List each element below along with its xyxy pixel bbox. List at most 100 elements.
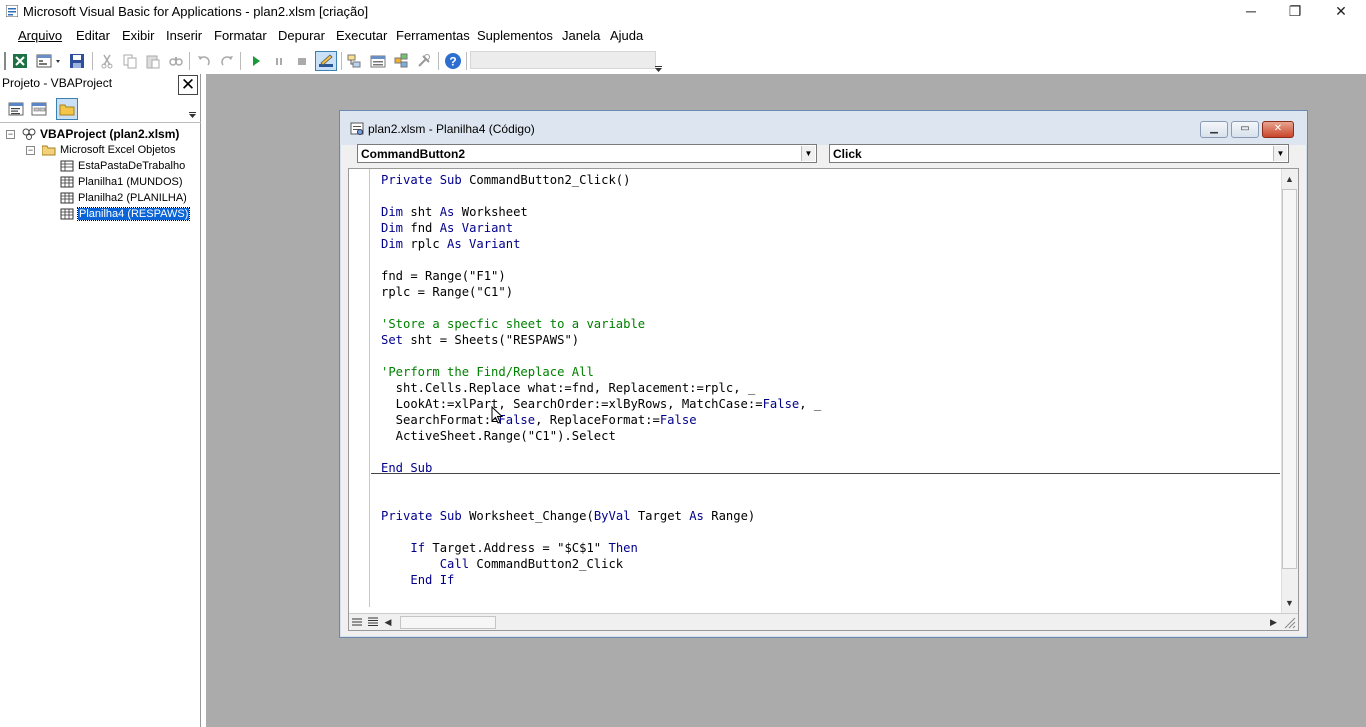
full-module-view-icon[interactable] (367, 616, 379, 628)
tree-item[interactable]: EstaPastaDeTrabalho (60, 158, 185, 174)
undo-icon[interactable] (195, 52, 213, 70)
code-line[interactable]: Call CommandButton2_Click (381, 556, 1281, 572)
properties-icon[interactable] (369, 52, 387, 70)
object-browser-icon[interactable] (392, 52, 410, 70)
code-line[interactable]: Dim sht As Worksheet (381, 204, 1281, 220)
code-keyword: ByVal (593, 509, 638, 523)
toolbox-icon[interactable] (415, 52, 433, 70)
collapse-folder-icon[interactable]: − (26, 146, 35, 155)
find-icon[interactable] (167, 52, 185, 70)
procedure-view-icon[interactable] (351, 616, 363, 628)
scroll-left-icon[interactable]: ◀ (383, 615, 393, 629)
code-line[interactable]: fnd = Range("F1") (381, 268, 1281, 284)
menu-editar[interactable]: Editar (76, 28, 110, 43)
code-line[interactable]: sht.Cells.Replace what:=fnd, Replacement… (381, 380, 1281, 396)
dropdown-arrow-icon[interactable]: ▼ (1273, 146, 1287, 161)
tree-item[interactable]: Planilha1 (MUNDOS) (60, 174, 183, 190)
code-line[interactable] (381, 476, 1281, 492)
view-excel-icon[interactable] (11, 52, 29, 70)
code-window-restore-button[interactable]: ▭ (1231, 121, 1259, 138)
code-line[interactable] (381, 252, 1281, 268)
copy-icon[interactable] (121, 52, 139, 70)
project-explorer-icon[interactable] (346, 52, 364, 70)
menu-executar[interactable]: Executar (336, 28, 387, 43)
code-line[interactable] (381, 444, 1281, 460)
close-button[interactable]: ✕ (1318, 0, 1364, 24)
project-close-button[interactable]: ✕ (178, 75, 198, 95)
project-tree: − VBAProject (plan2.xlsm) − Microsoft Ex… (0, 124, 201, 724)
resize-grip-icon[interactable] (1283, 616, 1296, 629)
paste-icon[interactable] (144, 52, 162, 70)
worksheet-icon (60, 192, 74, 204)
code-line[interactable]: Private Sub Worksheet_Change(ByVal Targe… (381, 508, 1281, 524)
menu-arquivo[interactable]: Arquivo (18, 28, 62, 43)
tree-item[interactable]: Planilha2 (PLANILHA) (60, 190, 187, 206)
menu-ajuda[interactable]: Ajuda (610, 28, 643, 43)
redo-icon[interactable] (218, 52, 236, 70)
reset-icon[interactable] (293, 52, 311, 70)
menu-exibir[interactable]: Exibir (122, 28, 155, 43)
code-text[interactable]: Private Sub CommandButton2_Click() Dim sh… (381, 172, 1281, 602)
code-keyword: Dim (381, 237, 411, 251)
code-token: SearchFormat:= (381, 413, 499, 427)
code-line[interactable] (381, 188, 1281, 204)
run-icon[interactable] (247, 52, 265, 70)
code-token: Worksheet (461, 205, 528, 219)
tree-item-selected[interactable]: Planilha4 (RESPAWS) (60, 206, 191, 222)
scroll-down-icon[interactable]: ▼ (1282, 596, 1297, 610)
scroll-up-icon[interactable]: ▲ (1282, 172, 1297, 186)
maximize-button[interactable]: ❐ (1272, 0, 1318, 24)
menu-suplementos[interactable]: Suplementos (477, 28, 553, 43)
menu-ferramentas[interactable]: Ferramentas (396, 28, 470, 43)
code-editor[interactable]: Private Sub CommandButton2_Click() Dim sh… (348, 168, 1299, 631)
code-line[interactable] (381, 524, 1281, 540)
code-line[interactable]: If Target.Address = "$C$1" Then (381, 540, 1281, 556)
code-line[interactable]: SearchFormat:=False, ReplaceFormat:=Fals… (381, 412, 1281, 428)
code-line[interactable]: Dim rplc As Variant (381, 236, 1281, 252)
design-mode-icon[interactable] (315, 51, 337, 71)
menu-depurar[interactable]: Depurar (278, 28, 325, 43)
horizontal-scrollbar[interactable]: ◀ ▶ (349, 613, 1298, 630)
code-line[interactable]: rplc = Range("C1") (381, 284, 1281, 300)
window-title: Microsoft Visual Basic for Applications … (23, 4, 369, 19)
view-object-icon[interactable] (30, 100, 48, 118)
view-code-icon[interactable] (7, 100, 25, 118)
toolbar-options-icon[interactable] (654, 51, 664, 73)
save-icon[interactable] (68, 52, 86, 70)
code-line[interactable]: Set sht = Sheets("RESPAWS") (381, 332, 1281, 348)
menu-inserir[interactable]: Inserir (166, 28, 202, 43)
code-line[interactable]: 'Perform the Find/Replace All (381, 364, 1281, 380)
procedure-combo[interactable]: Click ▼ (829, 144, 1289, 163)
project-toolbar-options-icon[interactable] (188, 104, 198, 122)
menu-formatar[interactable]: Formatar (214, 28, 267, 43)
code-line[interactable]: LookAt:=xlPart, SearchOrder:=xlByRows, M… (381, 396, 1281, 412)
code-line[interactable]: Private Sub CommandButton2_Click() (381, 172, 1281, 188)
horizontal-scroll-thumb[interactable] (400, 616, 496, 629)
break-icon[interactable] (270, 52, 288, 70)
tree-folder-node[interactable]: Microsoft Excel Objetos (42, 142, 176, 158)
code-line[interactable]: ActiveSheet.Range("C1").Select (381, 428, 1281, 444)
code-window-close-button[interactable]: ✕ (1262, 121, 1294, 138)
help-icon[interactable]: ? (444, 52, 462, 70)
scroll-right-icon[interactable]: ▶ (1266, 615, 1281, 629)
vertical-scroll-thumb[interactable] (1282, 189, 1297, 569)
toggle-folders-icon[interactable] (56, 98, 78, 120)
code-window-minimize-button[interactable]: ▁ (1200, 121, 1228, 138)
collapse-root-icon[interactable]: − (6, 130, 15, 139)
minimize-button[interactable]: ─ (1228, 0, 1274, 24)
insert-userform-icon[interactable] (35, 52, 63, 70)
menu-janela[interactable]: Janela (562, 28, 600, 43)
object-combo[interactable]: CommandButton2 ▼ (357, 144, 817, 163)
cut-icon[interactable] (98, 52, 116, 70)
code-line[interactable] (381, 492, 1281, 508)
code-line[interactable] (381, 300, 1281, 316)
tree-root-node[interactable]: VBAProject (plan2.xlsm) (22, 126, 179, 142)
code-keyword: As (689, 509, 712, 523)
code-line[interactable]: Dim fnd As Variant (381, 220, 1281, 236)
dropdown-arrow-icon[interactable]: ▼ (801, 146, 815, 161)
code-line[interactable]: 'Store a specfic sheet to a variable (381, 316, 1281, 332)
indicator-margin[interactable] (349, 169, 370, 607)
code-line[interactable]: End If (381, 572, 1281, 588)
code-line[interactable] (381, 348, 1281, 364)
